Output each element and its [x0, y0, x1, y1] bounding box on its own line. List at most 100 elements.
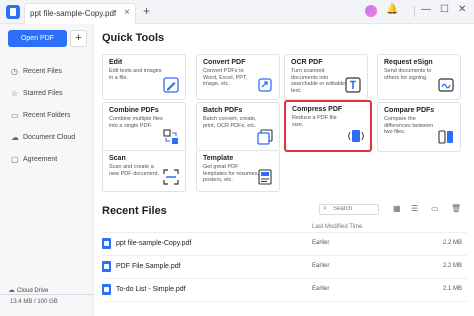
sidebar-item-label: Starred Files: [23, 90, 63, 97]
card-desc: Turn scanned documents into searchable o…: [291, 68, 346, 94]
pdf-file-icon: [102, 238, 111, 249]
card-title: Compare PDFs: [384, 107, 435, 114]
tool-card-compress-pdf[interactable]: Compress PDF Reduce a PDF file size.: [284, 100, 372, 152]
search-input[interactable]: [333, 206, 377, 212]
card-title: Request eSign: [384, 59, 433, 66]
card-desc: Edit texts and images in a file.: [109, 68, 162, 81]
new-tab-button[interactable]: +: [143, 4, 150, 18]
card-desc: Combine multiple files into a single PDF…: [109, 116, 163, 129]
card-title: Batch PDFs: [203, 107, 243, 114]
tool-card-compare-pdfs[interactable]: Compare PDFs Compare the differences bet…: [377, 102, 461, 152]
search-box[interactable]: ⌕: [319, 204, 379, 215]
sidebar-item-document-cloud[interactable]: ☁ Document Cloud: [0, 129, 94, 147]
search-icon: ⌕: [323, 205, 327, 212]
row-divider: [102, 278, 467, 279]
clock-icon: ◷: [11, 67, 18, 76]
grid-view-icon[interactable]: ▦: [393, 204, 401, 213]
list-view-icon[interactable]: ☰: [411, 204, 418, 213]
sidebar-item-starred-files[interactable]: ☆ Starred Files: [0, 85, 94, 103]
header-divider: [102, 232, 467, 233]
combine-icon: [163, 129, 178, 144]
tool-card-combine-pdfs[interactable]: Combine PDFs Combine multiple files into…: [102, 102, 186, 152]
storage-bar: [0, 294, 94, 295]
sidebar-item-agreement[interactable]: ▢ Agreement: [0, 151, 94, 169]
column-header-modified[interactable]: Last Modified Time: [312, 224, 362, 230]
file-name: ppt file-sample-Copy.pdf: [116, 240, 192, 247]
titlebar-divider: [414, 6, 415, 17]
card-desc: Scan and create a new PDF document.: [109, 164, 159, 177]
tool-card-template[interactable]: Template Get great PDF templates for res…: [196, 150, 280, 192]
sidebar-item-recent-files[interactable]: ◷ Recent Files: [0, 63, 94, 81]
title-bar: ppt file-sample-Copy.pdf × + 🔔 — ☐ ✕: [0, 0, 474, 24]
cloud-icon: ☁: [11, 133, 19, 142]
compare-icon: [438, 130, 453, 144]
card-desc: Convert PDFs to Word, Excel, PPT, image,…: [203, 68, 248, 87]
document-tab[interactable]: ppt file-sample-Copy.pdf ×: [24, 3, 136, 24]
user-avatar[interactable]: [365, 5, 377, 17]
pdf-file-icon: [102, 284, 111, 295]
ocr-icon: [345, 77, 361, 93]
file-size: 2.1 MB: [442, 286, 462, 292]
sidebar-item-label: Agreement: [23, 156, 58, 163]
esign-icon: [438, 78, 454, 92]
card-title: Edit: [109, 59, 123, 66]
card-title: Combine PDFs: [109, 107, 159, 114]
cloud-drive-icon: ☁: [8, 287, 15, 294]
folder-icon: ▭: [11, 111, 19, 120]
file-size: 2.2 MB: [442, 240, 462, 246]
quick-tools-title: Quick Tools: [102, 32, 165, 44]
sidebar: Open PDF + ◷ Recent Files ☆ Starred File…: [0, 24, 94, 316]
delete-icon[interactable]: 🗑: [451, 204, 461, 213]
card-desc: Send documents to others for signing.: [384, 68, 432, 81]
add-button[interactable]: +: [70, 30, 87, 47]
edit-icon: [163, 77, 179, 93]
storage-usage: 13.4 MB / 100 GB: [10, 299, 58, 305]
maximize-icon[interactable]: ☐: [440, 4, 449, 15]
scan-icon: [163, 169, 179, 185]
sidebar-item-recent-folders[interactable]: ▭ Recent Folders: [0, 107, 94, 125]
template-icon: [258, 169, 272, 185]
table-row[interactable]: PDF File Sample.pdf Earlier 2.2 MB: [102, 257, 467, 277]
file-name: To-do List - Simple.pdf: [116, 286, 186, 293]
tool-card-request-esign[interactable]: Request eSign Send documents to others f…: [377, 54, 461, 100]
file-name: PDF File Sample.pdf: [116, 263, 181, 270]
minimize-icon[interactable]: —: [421, 4, 431, 15]
card-title: OCR PDF: [291, 59, 323, 66]
row-divider: [102, 301, 467, 302]
close-icon[interactable]: ✕: [458, 4, 466, 15]
app-logo-icon: [6, 5, 20, 19]
table-row[interactable]: To-do List - Simple.pdf Earlier 2.1 MB: [102, 280, 467, 300]
main-content: Quick Tools Edit Edit texts and images i…: [95, 24, 474, 316]
row-divider: [102, 255, 467, 256]
recent-files-title: Recent Files: [102, 205, 167, 217]
sidebar-item-label: Recent Files: [23, 68, 62, 75]
card-title: Scan: [109, 155, 126, 162]
card-title: Convert PDF: [203, 59, 246, 66]
table-row[interactable]: ppt file-sample-Copy.pdf Earlier 2.2 MB: [102, 234, 467, 254]
file-size: 2.2 MB: [442, 263, 462, 269]
open-pdf-button[interactable]: Open PDF: [8, 30, 67, 47]
pdf-file-icon: [102, 261, 111, 272]
tab-close-icon[interactable]: ×: [124, 7, 130, 18]
tool-card-ocr-pdf[interactable]: OCR PDF Turn scanned documents into sear…: [284, 54, 368, 100]
folder-icon[interactable]: ▭: [431, 204, 439, 213]
cloud-drive-link[interactable]: ☁ Cloud Drive: [8, 286, 48, 294]
tool-card-batch-pdfs[interactable]: Batch PDFs Batch convert, create, print,…: [196, 102, 280, 152]
tool-card-convert-pdf[interactable]: Convert PDF Convert PDFs to Word, Excel,…: [196, 54, 280, 100]
tool-card-edit[interactable]: Edit Edit texts and images in a file.: [102, 54, 186, 100]
card-desc: Reduce a PDF file size.: [292, 115, 337, 128]
star-icon: ☆: [11, 89, 19, 98]
card-desc: Compare the differences between two file…: [384, 116, 434, 135]
tool-card-scan[interactable]: Scan Scan and create a new PDF document.: [102, 150, 186, 192]
notification-icon[interactable]: 🔔: [386, 4, 398, 15]
compress-icon: [348, 130, 364, 142]
sidebar-item-label: Document Cloud: [23, 134, 76, 141]
card-desc: Batch convert, create, print, OCR PDFs, …: [203, 116, 257, 129]
sidebar-item-label: Recent Folders: [23, 112, 71, 119]
convert-icon: [258, 78, 272, 92]
card-desc: Get great PDF templates for resumes, pos…: [203, 164, 259, 183]
batch-icon: [257, 129, 273, 145]
file-modified: Earlier: [312, 286, 330, 292]
card-title: Template: [203, 155, 234, 162]
card-title: Compress PDF: [292, 106, 343, 113]
